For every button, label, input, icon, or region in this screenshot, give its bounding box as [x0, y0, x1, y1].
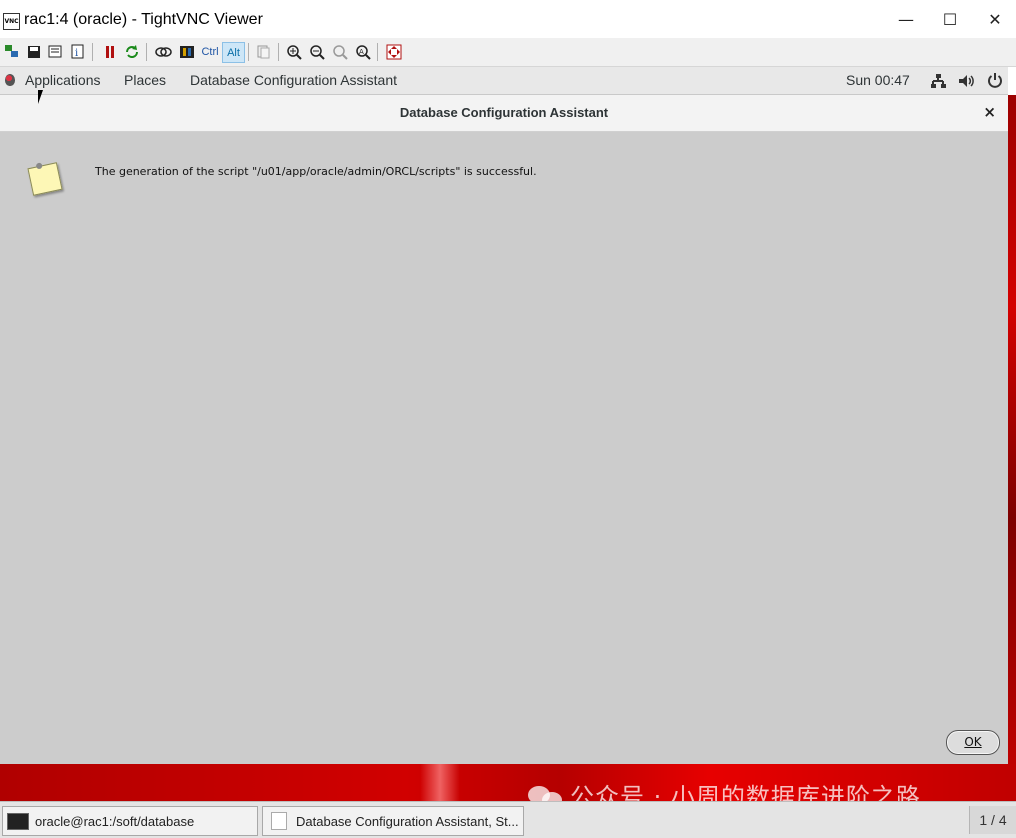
- network-icon[interactable]: [930, 73, 946, 92]
- alt-key-button[interactable]: Alt: [222, 42, 245, 63]
- ok-button-label: OK: [964, 735, 982, 749]
- toolbar-separator: [278, 43, 279, 61]
- dialog-title: Database Configuration Assistant: [399, 105, 609, 120]
- active-app-menu[interactable]: Database Configuration Assistant: [190, 72, 397, 88]
- ctrl-key-button[interactable]: Ctrl: [199, 42, 221, 61]
- taskbar-item-label: oracle@rac1:/soft/database: [35, 813, 195, 829]
- dialog-close-button[interactable]: ×: [983, 103, 996, 121]
- clipboard-icon[interactable]: [254, 42, 273, 61]
- zoom-100-icon[interactable]: [330, 42, 349, 61]
- clock[interactable]: Sun 00:47: [846, 72, 910, 88]
- workspace-switcher[interactable]: 1 / 4: [969, 806, 1016, 834]
- ok-button[interactable]: OK: [946, 730, 1000, 755]
- gnome-foot-icon: [5, 74, 15, 86]
- toolbar-separator: [146, 43, 147, 61]
- watermark: 公众号 · 小周的数据库进阶之路: [528, 777, 921, 801]
- desktop-glow: [420, 764, 460, 801]
- taskbar-item-dca[interactable]: Database Configuration Assistant, St...: [262, 806, 524, 836]
- win-key-icon[interactable]: [177, 42, 196, 61]
- taskbar: oracle@rac1:/soft/database Database Conf…: [0, 801, 1016, 838]
- zoom-in-icon[interactable]: [284, 42, 303, 61]
- window-title-bar: VNC rac1:4 (oracle) - TightVNC Viewer — …: [0, 0, 1016, 39]
- mouse-cursor-icon: [38, 90, 43, 104]
- minimize-button[interactable]: —: [886, 8, 926, 32]
- toolbar-separator: [248, 43, 249, 61]
- ctrl-alt-del-icon[interactable]: [154, 42, 173, 61]
- vnc-toolbar: i Ctrl Alt A: [0, 38, 1016, 67]
- volume-icon[interactable]: [958, 73, 976, 92]
- note-pin-icon: [35, 162, 43, 170]
- zoom-out-icon[interactable]: [307, 42, 326, 61]
- svg-text:A: A: [359, 48, 364, 56]
- terminal-icon: [7, 812, 29, 830]
- save-icon[interactable]: [24, 42, 43, 61]
- watermark-text: 公众号 · 小周的数据库进阶之路: [570, 783, 921, 801]
- gnome-top-panel: Applications Places Database Configurati…: [0, 67, 1008, 95]
- dca-window-icon: [271, 812, 287, 830]
- dialog-header: Database Configuration Assistant ×: [0, 95, 1008, 132]
- maximize-button[interactable]: ☐: [930, 8, 970, 32]
- zoom-auto-icon[interactable]: A: [353, 42, 372, 61]
- window-title: rac1:4 (oracle) - TightVNC Viewer: [24, 11, 263, 28]
- toolbar-separator: [92, 43, 93, 61]
- power-icon[interactable]: [987, 72, 1003, 91]
- new-connection-icon[interactable]: [2, 42, 21, 61]
- close-window-button[interactable]: ✕: [975, 8, 1015, 32]
- places-menu[interactable]: Places: [124, 72, 166, 88]
- svg-text:i: i: [75, 48, 78, 59]
- fullscreen-icon[interactable]: [384, 42, 403, 61]
- status-message: The generation of the script "/u01/app/o…: [95, 165, 537, 178]
- taskbar-item-label: Database Configuration Assistant, St...: [296, 813, 519, 829]
- note-icon: [27, 162, 63, 196]
- refresh-icon[interactable]: [122, 42, 141, 61]
- options-icon[interactable]: [46, 42, 65, 61]
- applications-menu[interactable]: Applications: [25, 72, 101, 88]
- dialog-body: The generation of the script "/u01/app/o…: [0, 132, 1008, 764]
- toolbar-separator: [377, 43, 378, 61]
- pause-icon[interactable]: [100, 42, 119, 61]
- info-icon[interactable]: i: [68, 42, 87, 61]
- desktop-background: 公众号 · 小周的数据库进阶之路: [0, 764, 1016, 801]
- wechat-icon: [528, 784, 562, 801]
- desktop-background-strip: [1008, 95, 1016, 800]
- taskbar-item-terminal[interactable]: oracle@rac1:/soft/database: [2, 806, 258, 836]
- vnc-app-icon: VNC: [3, 13, 20, 30]
